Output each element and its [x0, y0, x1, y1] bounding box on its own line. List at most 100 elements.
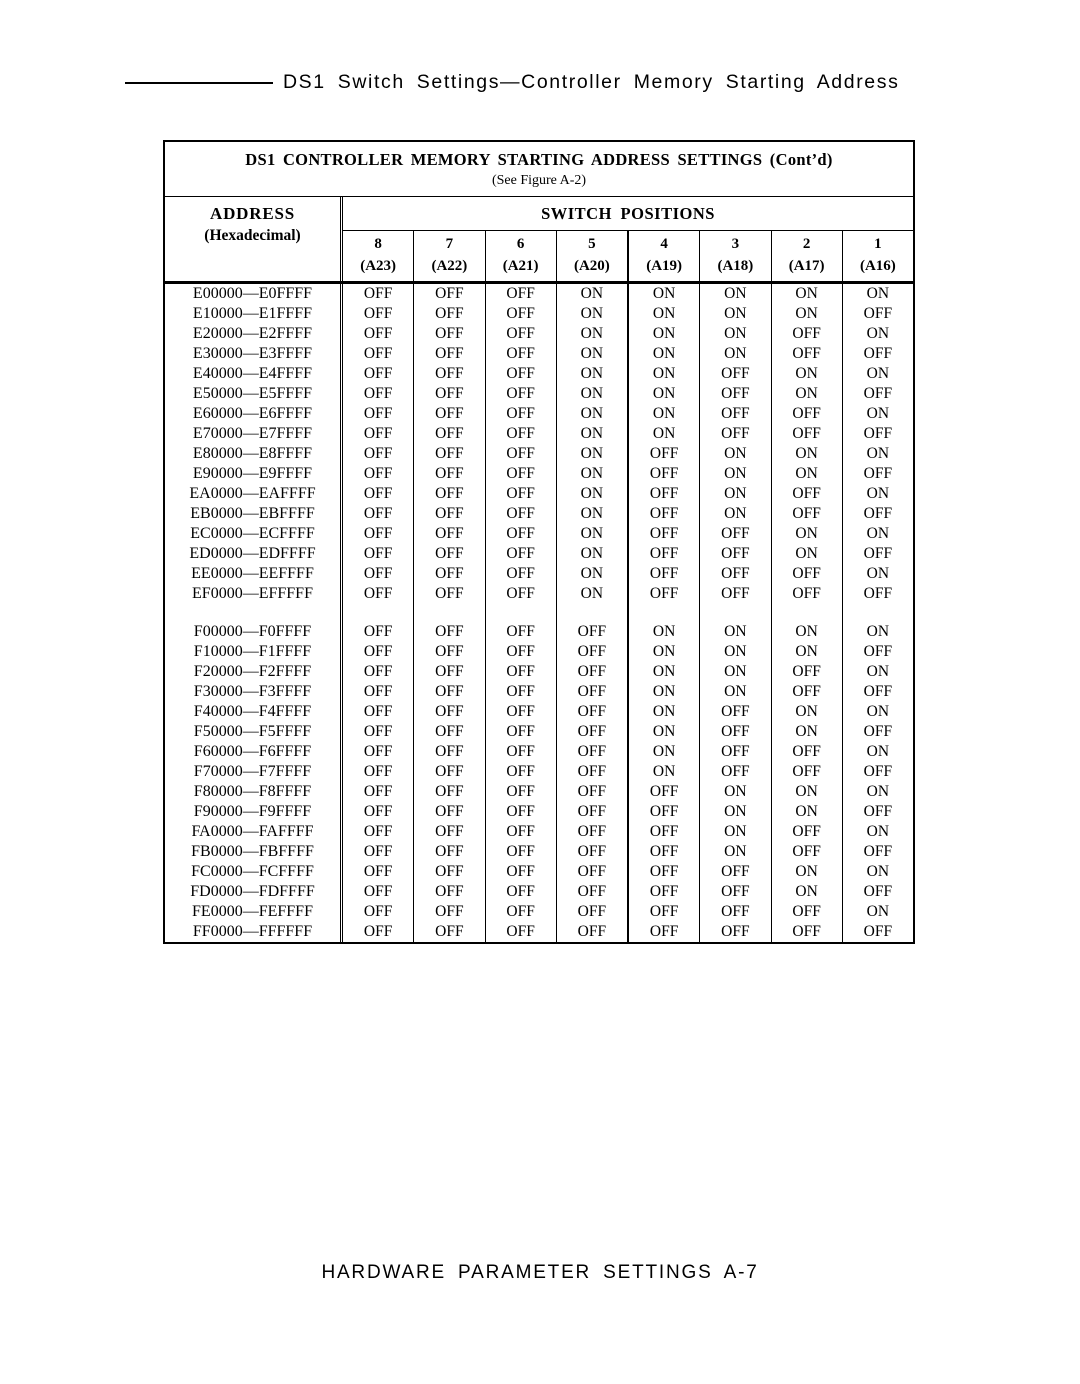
- switch-cell-a23: OFF: [363, 365, 393, 383]
- switch-cells: OFF OFF OFF OFF OFF ON OFF ON: [343, 822, 913, 843]
- switch-cell-a16: ON: [841, 444, 913, 465]
- switch-cell-a16: OFF: [841, 384, 913, 405]
- table-caption-title: DS1 CONTROLLER MEMORY STARTING ADDRESS S…: [245, 150, 833, 169]
- table-row-spacer: [165, 604, 913, 623]
- address-cell: EB0000—EBFFFF: [165, 504, 343, 525]
- switch-cell-a22: OFF: [413, 662, 484, 683]
- switch-cell-a19: ON: [627, 762, 699, 783]
- switch-cell-a19: ON: [627, 364, 699, 385]
- table-row: FB0000—FBFFFF OFF OFF OFF OFF OFF ON OFF OFF: [165, 842, 913, 863]
- switch-cell-a16: OFF: [841, 802, 913, 823]
- switch-cell-a16: OFF: [841, 504, 913, 525]
- switch-cells: OFF OFF OFF ON OFF ON ON ON: [343, 444, 913, 465]
- switch-cell-a21: OFF: [484, 344, 556, 365]
- switch-cell-a19: OFF: [627, 842, 699, 863]
- switch-cell-a20: ON: [555, 504, 627, 525]
- switch-cell-a20: ON: [555, 424, 627, 445]
- switch-cell-a21: OFF: [484, 782, 556, 803]
- table-row: EA0000—EAFFFF OFF OFF OFF ON OFF ON OFF ON: [165, 484, 913, 505]
- switch-cell-a23: OFF: [363, 923, 393, 941]
- address-cell: E80000—E8FFFF: [165, 444, 343, 465]
- table-row: E80000—E8FFFF OFF OFF OFF ON OFF ON ON ON: [165, 444, 913, 465]
- switch-cell-a17: ON: [770, 702, 842, 723]
- switch-cell-a23: OFF: [363, 285, 393, 303]
- switch-cells: OFF OFF OFF ON OFF OFF ON OFF: [343, 544, 913, 565]
- switch-cell-a16: OFF: [841, 424, 913, 445]
- switch-cell-a18: ON: [699, 622, 770, 643]
- table-row: F40000—F4FFFF OFF OFF OFF OFF ON OFF ON ON: [165, 702, 913, 723]
- address-cell: F10000—F1FFFF: [165, 642, 343, 663]
- switch-cell-a21: OFF: [484, 742, 556, 763]
- switch-cells: OFF OFF OFF ON OFF ON OFF ON: [343, 484, 913, 505]
- switch-cell-a22: OFF: [413, 762, 484, 783]
- switch-cell-a21: OFF: [484, 304, 556, 325]
- switch-cell-a22: OFF: [413, 622, 484, 643]
- switch-cell-a16: ON: [841, 862, 913, 883]
- switch-cell-a18: OFF: [699, 364, 770, 385]
- switch-cell-a20: OFF: [555, 802, 627, 823]
- switch-cell-a20: ON: [555, 324, 627, 345]
- switch-column-header-a17: 2 (A17): [770, 231, 842, 282]
- switch-cell-a22: OFF: [413, 702, 484, 723]
- switch-cell-a19: OFF: [627, 484, 699, 505]
- switch-cell-a21: OFF: [484, 404, 556, 425]
- switch-cell-a18: OFF: [699, 722, 770, 743]
- switch-cell-a16: ON: [841, 902, 913, 923]
- switch-cell-a19: ON: [627, 642, 699, 663]
- switch-column-number: 1: [874, 236, 882, 253]
- table-row: F70000—F7FFFF OFF OFF OFF OFF ON OFF OFF OFF: [165, 762, 913, 783]
- switch-cell-a22: OFF: [413, 842, 484, 863]
- switch-cell-a22: OFF: [413, 304, 484, 325]
- table-row: EB0000—EBFFFF OFF OFF OFF ON OFF ON OFF OFF: [165, 504, 913, 525]
- switch-cell-a23: OFF: [363, 405, 393, 423]
- switch-cell-a20: ON: [555, 384, 627, 405]
- switch-cell-a23: OFF: [363, 803, 393, 821]
- switch-cell-a18: OFF: [699, 762, 770, 783]
- address-cell: FC0000—FCFFFF: [165, 862, 343, 883]
- running-head-rule: [125, 82, 273, 84]
- switch-cell-a23: OFF: [363, 465, 393, 483]
- switch-cell-a22: OFF: [413, 922, 484, 943]
- switch-cell-a20: OFF: [555, 702, 627, 723]
- switch-cell-a16: ON: [841, 484, 913, 505]
- switch-cell-a20: OFF: [555, 742, 627, 763]
- switch-cell: [343, 604, 413, 622]
- switch-cell-a18: ON: [699, 284, 770, 305]
- table-row: E40000—E4FFFF OFF OFF OFF ON ON OFF ON ON: [165, 364, 913, 385]
- switch-cell-a23: OFF: [363, 425, 393, 443]
- switch-cell-a18: OFF: [699, 424, 770, 445]
- switch-column-header-a20: 5 (A20): [555, 231, 627, 282]
- table-header: ADDRESS (Hexadecimal) SWITCH POSITIONS 8…: [165, 197, 913, 283]
- table-row: E30000—E3FFFF OFF OFF OFF ON ON ON OFF OFF: [165, 344, 913, 365]
- ds1-settings-table: DS1 CONTROLLER MEMORY STARTING ADDRESS S…: [163, 140, 915, 945]
- switch-cells: OFF OFF OFF OFF ON OFF ON OFF: [343, 722, 913, 743]
- switch-cell-a19: ON: [627, 384, 699, 405]
- table-row: F00000—F0FFFF OFF OFF OFF OFF ON ON ON ON: [165, 622, 913, 643]
- switch-cells: OFF OFF OFF OFF ON OFF OFF ON: [343, 742, 913, 763]
- switch-cell-a19: ON: [627, 702, 699, 723]
- address-cell: E70000—E7FFFF: [165, 424, 343, 445]
- switch-cells: OFF OFF OFF OFF ON OFF OFF OFF: [343, 762, 913, 783]
- switch-cell-a19: ON: [627, 742, 699, 763]
- address-cell: E20000—E2FFFF: [165, 324, 343, 345]
- switch-cell-a16: OFF: [841, 344, 913, 365]
- switch-cell-a19: ON: [627, 622, 699, 643]
- switch-cell-a19: ON: [627, 424, 699, 445]
- switch-cell-a19: ON: [627, 662, 699, 683]
- switch-cell-a18: ON: [699, 464, 770, 485]
- table-row: FA0000—FAFFFF OFF OFF OFF OFF OFF ON OFF ON: [165, 822, 913, 843]
- switch-cell-a21: OFF: [484, 284, 556, 305]
- switch-cells: OFF OFF OFF ON ON OFF OFF ON: [343, 404, 913, 425]
- switch-cell-a21: OFF: [484, 424, 556, 445]
- switch-cells: OFF OFF OFF ON ON OFF ON OFF: [343, 384, 913, 405]
- running-head: DS1 Switch Settings—Controller Memory St…: [125, 66, 955, 100]
- switch-cell-a23: OFF: [363, 763, 393, 781]
- switch-cell-a18: OFF: [699, 384, 770, 405]
- switch-cell-a18: OFF: [699, 902, 770, 923]
- switch-cell-a16: ON: [841, 782, 913, 803]
- switch-cells: OFF OFF OFF OFF ON OFF ON ON: [343, 702, 913, 723]
- switch-cell-a23: OFF: [363, 385, 393, 403]
- switch-cell-a23: OFF: [363, 663, 393, 681]
- switch-cell-a17: OFF: [770, 902, 842, 923]
- switch-cell-a19: OFF: [627, 802, 699, 823]
